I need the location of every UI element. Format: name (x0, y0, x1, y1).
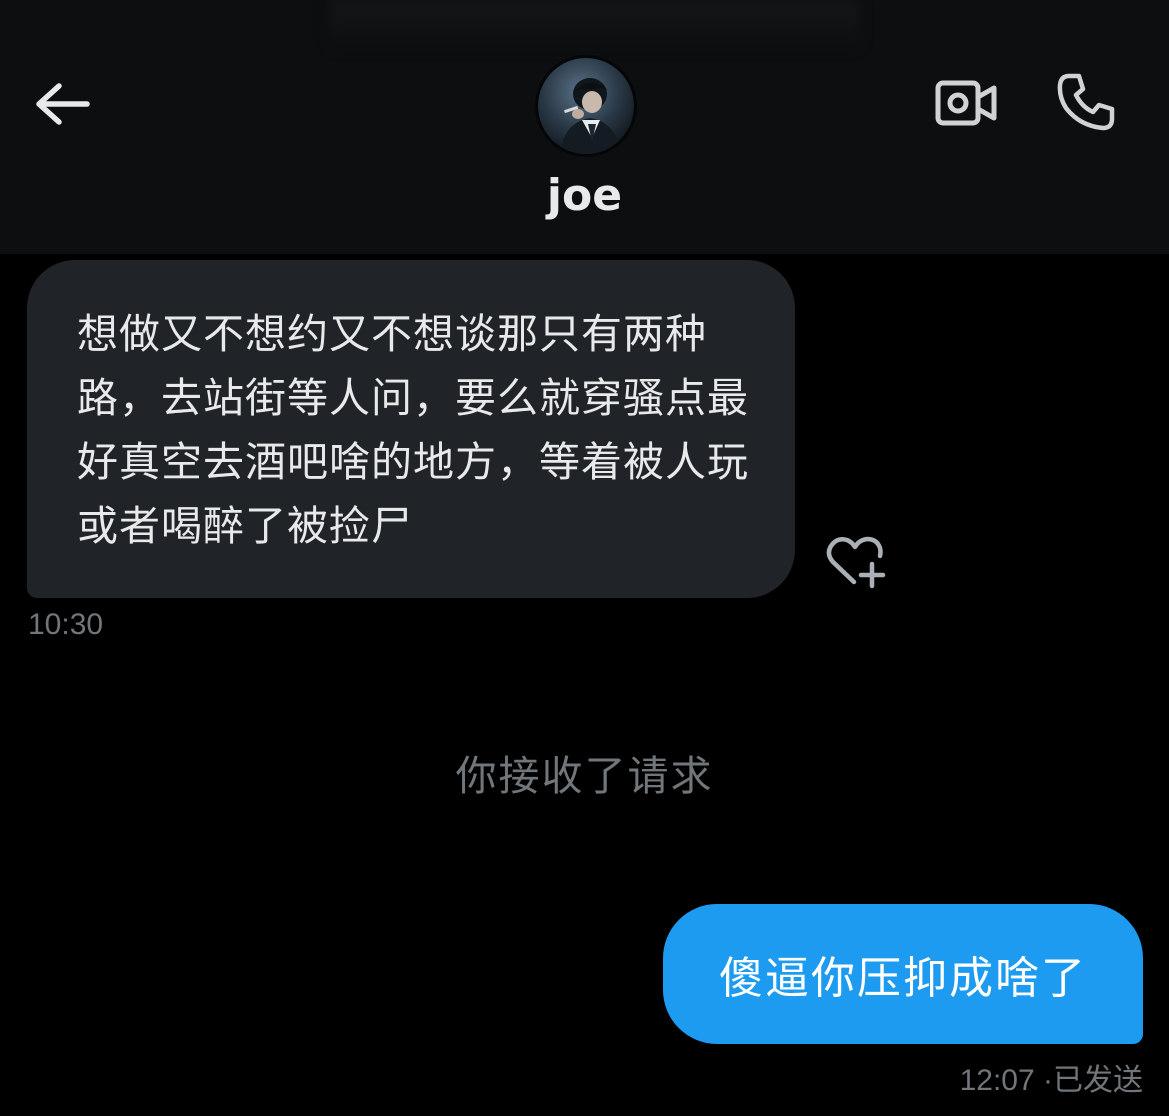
heart-plus-icon (826, 536, 886, 589)
outgoing-message-meta: 12:07 ·已发送 (960, 1055, 1143, 1099)
avatar[interactable] (535, 55, 637, 157)
video-camera-icon (935, 80, 997, 126)
add-reaction-button[interactable] (822, 532, 890, 592)
voice-call-button[interactable] (1050, 66, 1122, 138)
back-button[interactable] (30, 72, 94, 136)
contact-name[interactable]: joe (0, 170, 1169, 221)
incoming-message-time: 10:30 (28, 608, 104, 641)
incoming-message-text: 想做又不想约又不想谈那只有两种路，去站街等人问，要么就穿骚点最好真空去酒吧啥的地… (77, 310, 749, 550)
meta-separator: · (1043, 1064, 1053, 1097)
phone-icon (1057, 73, 1115, 131)
delivery-status: 已发送 (1053, 1064, 1143, 1097)
video-call-button[interactable] (928, 70, 1004, 136)
request-accepted-notice: 你接收了请求 (455, 752, 714, 800)
outgoing-message-bubble[interactable]: 傻逼你压抑成啥了 (663, 904, 1143, 1044)
outgoing-message-text: 傻逼你压抑成啥了 (719, 953, 1087, 1004)
incoming-message-bubble[interactable]: 想做又不想约又不想谈那只有两种路，去站街等人问，要么就穿骚点最好真空去酒吧啥的地… (27, 260, 795, 598)
profile-avatar-image (538, 58, 634, 154)
outgoing-message-time: 12:07 (959, 1064, 1035, 1097)
arrow-left-icon (36, 83, 90, 125)
conversation-header: joe (0, 0, 1169, 254)
status-bar-area (330, 0, 860, 48)
